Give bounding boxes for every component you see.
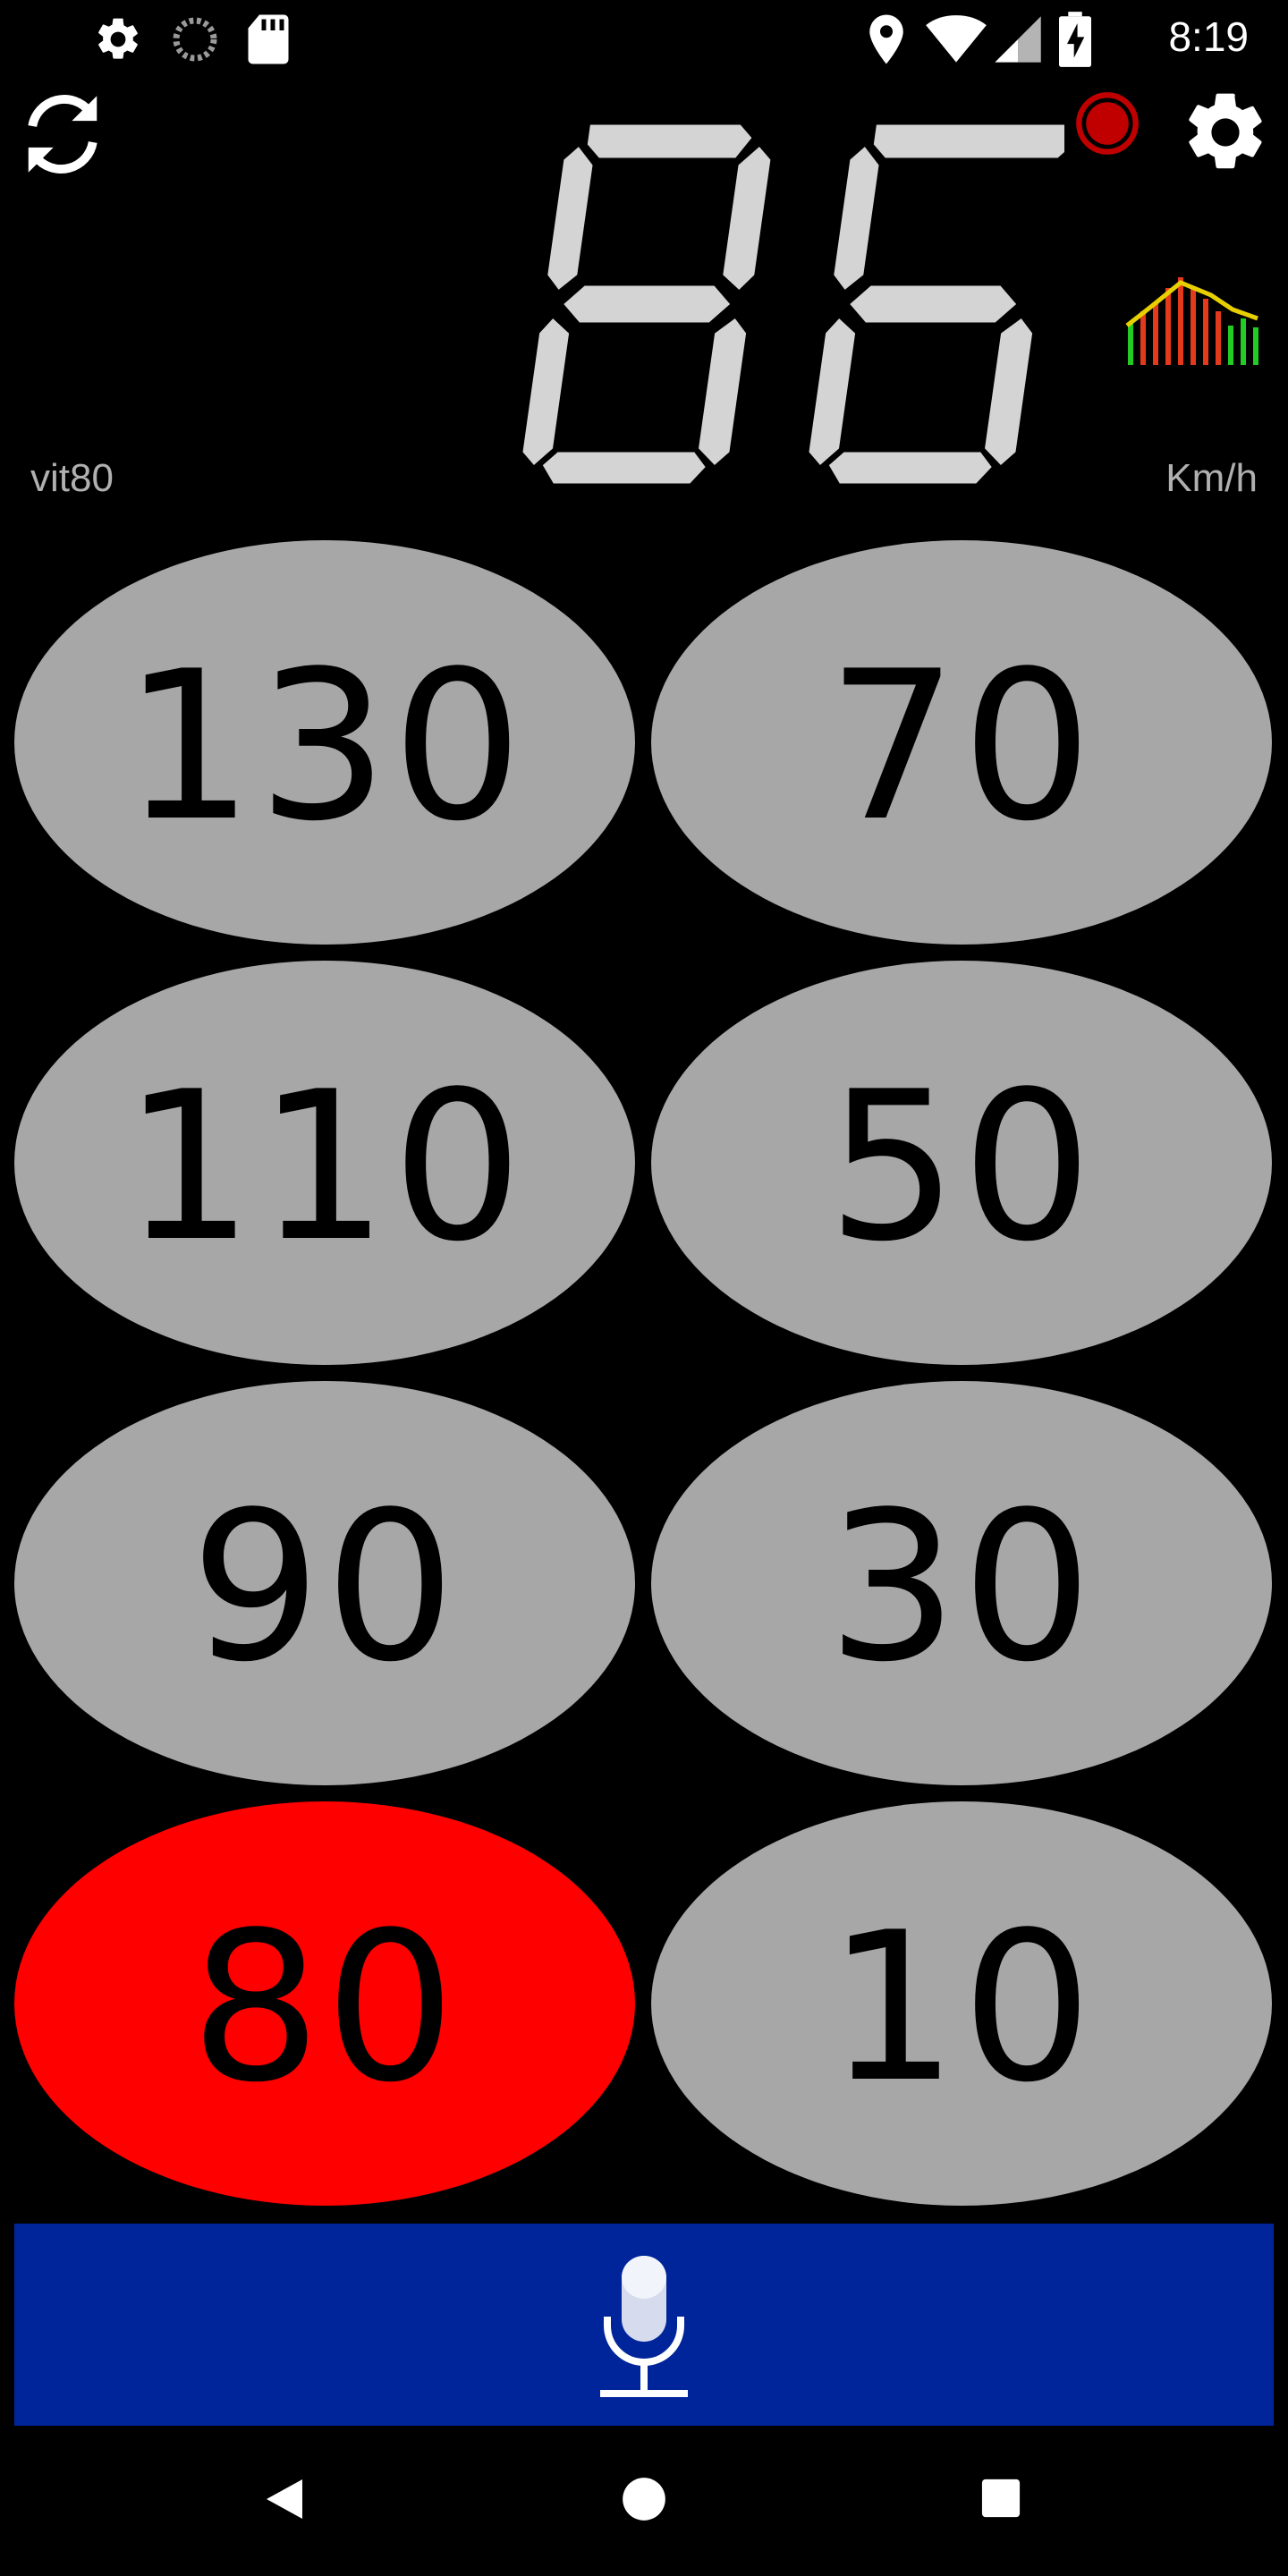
sd-card-icon — [248, 14, 289, 64]
speed-button-110[interactable]: 110 — [14, 961, 635, 1365]
speed-display: 86 — [510, 114, 1103, 499]
settings-icon — [98, 18, 138, 59]
speed-button-label: 50 — [826, 1048, 1097, 1287]
speed-button-label: 80 — [190, 1889, 460, 2128]
speed-button-10[interactable]: 10 — [651, 1801, 1272, 2206]
microphone-icon — [600, 2256, 688, 2397]
refresh-icon[interactable] — [14, 86, 111, 182]
speed-button-130[interactable]: 130 — [14, 540, 635, 945]
unit-label: Km/h — [1165, 456, 1258, 500]
back-icon[interactable] — [263, 2476, 306, 2522]
recents-icon[interactable] — [980, 2478, 1021, 2519]
status-time: 8:19 — [1168, 13, 1249, 60]
speed-button-label: 130 — [123, 628, 527, 867]
speed-button-label: 10 — [826, 1889, 1097, 2128]
speed-button-label: 30 — [826, 1469, 1097, 1707]
speed-button-80[interactable]: 80 — [14, 1801, 635, 2206]
settings-button[interactable] — [1179, 86, 1272, 179]
speed-limit-label: vit80 — [30, 456, 114, 500]
speed-button-30[interactable]: 30 — [651, 1381, 1272, 1785]
speed-history-icon[interactable] — [1125, 259, 1259, 365]
speed-button-label: 90 — [190, 1469, 460, 1707]
speed-digits — [520, 122, 1103, 487]
speed-button-50[interactable]: 50 — [651, 961, 1272, 1365]
recording-indicator-icon — [1076, 92, 1139, 155]
sync-progress-icon — [173, 17, 217, 62]
signal-icon — [995, 16, 1041, 63]
location-icon — [869, 14, 903, 64]
status-bar: 8:19 — [0, 0, 1288, 75]
wifi-icon — [926, 15, 987, 63]
voice-input-button[interactable] — [14, 2224, 1274, 2426]
speed-button-90[interactable]: 90 — [14, 1381, 635, 1785]
speed-button-label: 70 — [826, 628, 1097, 867]
home-icon[interactable] — [621, 2476, 667, 2522]
navigation-bar — [0, 2426, 1288, 2576]
speed-button-70[interactable]: 70 — [651, 540, 1272, 945]
battery-charging-icon — [1059, 12, 1091, 67]
speed-button-label: 110 — [123, 1048, 527, 1287]
